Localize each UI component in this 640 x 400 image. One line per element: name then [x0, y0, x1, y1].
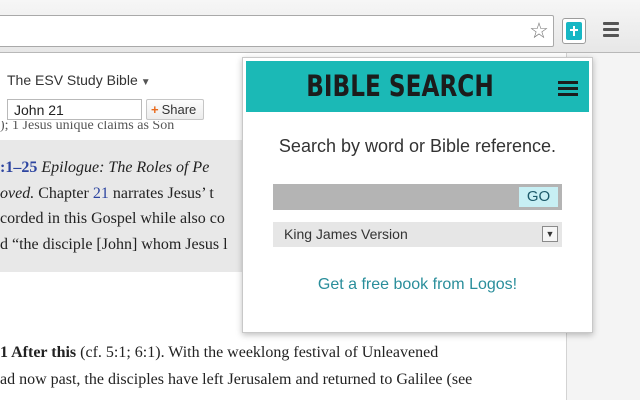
- commentary-line: :1–25 Epilogue: The Roles of Pe: [0, 159, 209, 177]
- text-fragment: Chapter: [34, 185, 93, 202]
- chapter-link[interactable]: 21: [93, 185, 109, 202]
- commentary-line: corded in this Gospel while also co: [0, 210, 225, 227]
- address-bar[interactable]: [0, 15, 554, 47]
- plus-icon: +: [151, 102, 159, 117]
- bible-extension-icon: [566, 22, 582, 40]
- hamburger-menu-icon[interactable]: [603, 22, 619, 38]
- study-bible-selector[interactable]: The ESV Study Bible ▼: [7, 72, 151, 88]
- hamburger-menu-icon[interactable]: [558, 81, 578, 96]
- commentary-line: 1 After this (cf. 5:1; 6:1). With the we…: [0, 344, 438, 362]
- study-bible-label: The ESV Study Bible: [7, 72, 138, 88]
- section-heading: Epilogue: The Roles of Pe: [37, 159, 210, 176]
- star-outline-icon[interactable]: ☆: [527, 20, 551, 44]
- chevron-down-icon[interactable]: ▼: [542, 226, 558, 242]
- version-selected-value: King James Version: [284, 226, 408, 242]
- text-fragment: narrates Jesus’ t: [108, 185, 214, 202]
- heading-fragment: oved.: [0, 185, 35, 202]
- share-button[interactable]: + Share: [146, 99, 204, 120]
- bible-extension-button[interactable]: [562, 18, 586, 44]
- commentary-line: d “the disciple [John] whom Jesus l: [0, 236, 228, 253]
- go-button[interactable]: GO: [519, 187, 558, 207]
- dropdown-caret-icon: ▼: [140, 77, 151, 88]
- clipped-text-line: ); 1 Jesus unique claims as Son: [0, 121, 175, 133]
- share-label: Share: [161, 102, 197, 117]
- logos-promo-link[interactable]: Get a free book from Logos!: [243, 276, 592, 294]
- reference-input[interactable]: John 21: [7, 99, 142, 120]
- popup-title: BIBLE SEARCH: [306, 69, 494, 103]
- bible-search-popup: BIBLE SEARCH Search by word or Bible ref…: [242, 57, 593, 333]
- search-prompt: Search by word or Bible reference.: [278, 136, 557, 156]
- commentary-line: ad now past, the disciples have left Jer…: [0, 371, 473, 388]
- popup-header: BIBLE SEARCH: [246, 61, 589, 112]
- browser-toolbar: ☆: [0, 0, 640, 53]
- search-bar: GO: [273, 184, 562, 210]
- verse-label: 1 After this: [0, 344, 77, 361]
- text-fragment: (cf. 5:1; 6:1). With the weeklong festiv…: [76, 344, 439, 361]
- search-input[interactable]: [273, 184, 517, 210]
- verse-range-link[interactable]: :1–25: [0, 159, 37, 176]
- version-select[interactable]: King James Version ▼: [273, 222, 562, 247]
- commentary-line: oved. Chapter 21 narrates Jesus’ t: [0, 185, 214, 203]
